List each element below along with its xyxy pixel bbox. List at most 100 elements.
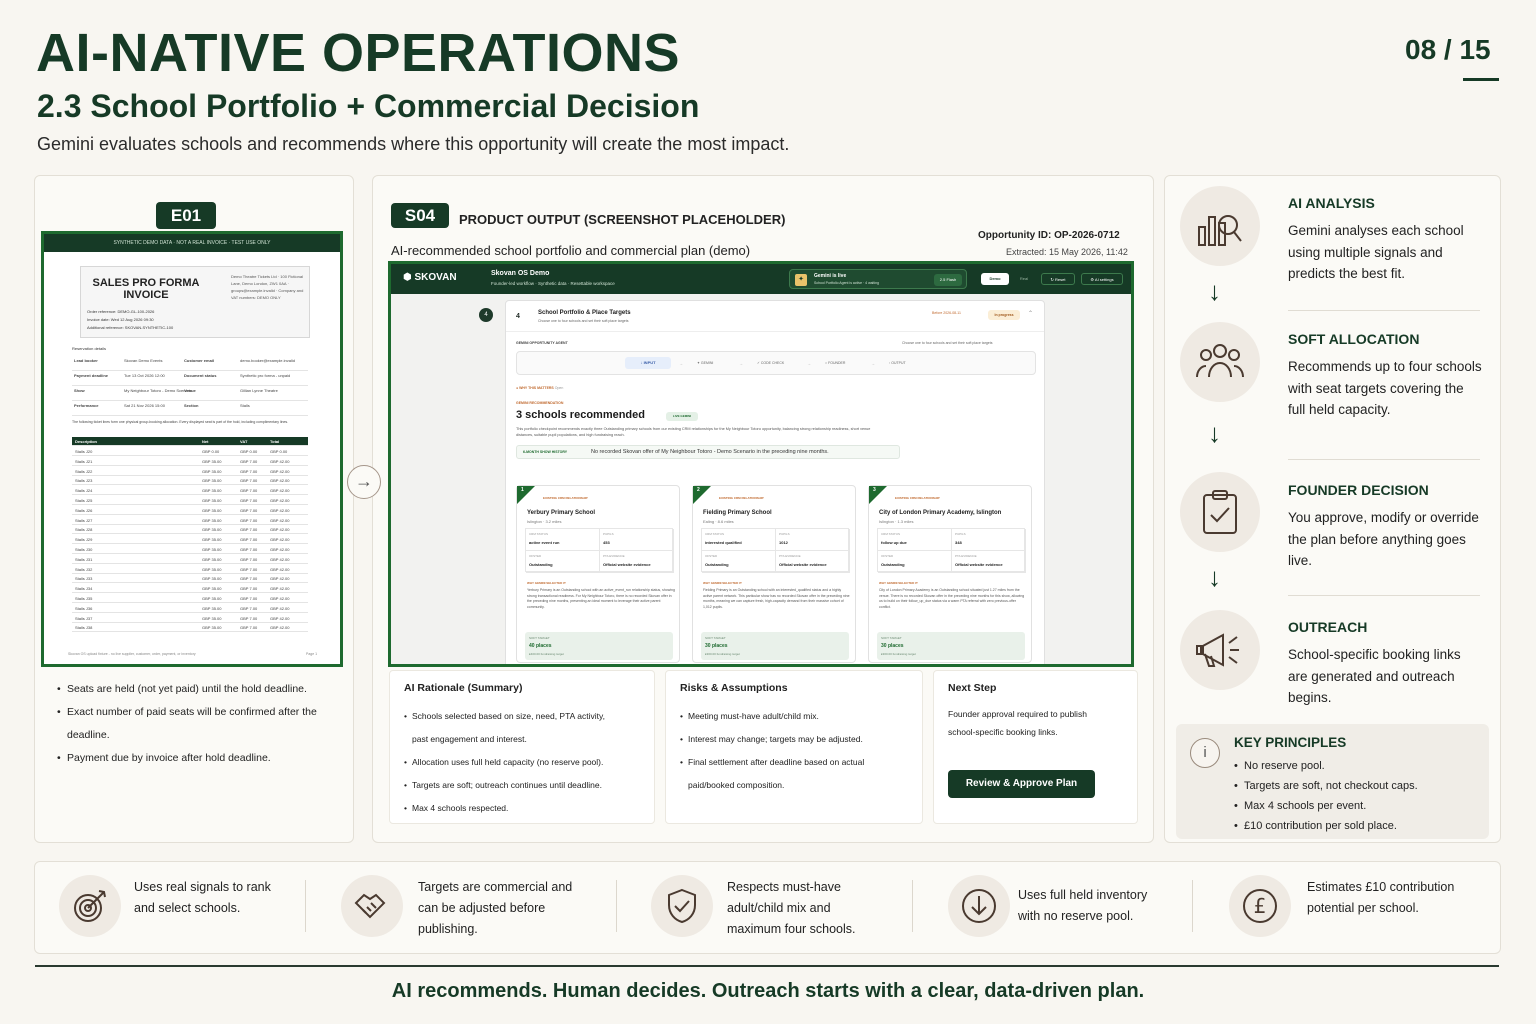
stat-label: CRM STATUS: [529, 532, 549, 536]
table-cell: Stalls J25: [75, 498, 93, 503]
invoice-page: Page 1: [306, 652, 318, 656]
feature-text: Respects must-have adult/child mix and m…: [727, 880, 856, 936]
table-cell: GBP 7.00: [240, 615, 258, 621]
risks-list: Meeting must-have adult/child mix. Inter…: [680, 705, 864, 797]
table-row: Stalls J21 GBP 35.00 GBP 7.00 GBP 42.00: [72, 457, 308, 466]
invoice-detail-cell: Stalls: [240, 403, 250, 408]
info-icon: i: [1190, 738, 1220, 768]
next-step-title: Next Step: [948, 682, 997, 694]
svg-text:£: £: [1254, 894, 1267, 918]
stat-value: 348: [955, 540, 962, 545]
table-cell: Stalls J20: [75, 449, 93, 454]
table-cell: GBP 35.00: [202, 517, 222, 523]
step-divider: [1288, 459, 1480, 460]
table-cell: Stalls J27: [75, 517, 93, 523]
table-row: Stalls J20 GBP 0.00 GBP 0.00 GBP 0.00: [72, 447, 308, 456]
table-cell: GBP 42.00: [270, 517, 290, 523]
table-cell: GBP 35.00: [202, 605, 222, 611]
table-cell: GBP 7.00: [240, 625, 258, 631]
school-location: Ealing · 8.6 miles: [703, 519, 734, 524]
reset-button[interactable]: ↻ Reset: [1041, 273, 1075, 285]
rationale-item: Allocation uses full held capacity (no r…: [404, 751, 605, 774]
invoice-detail-cell: Skovan Demo Events: [124, 358, 163, 363]
soft-target-sub: £300.00 fundraising target: [881, 652, 916, 656]
table-cell: GBP 35.00: [202, 556, 222, 562]
why-selected-text: Yerbury Primary is an Outstanding school…: [527, 588, 675, 609]
table-cell: GBP 7.00: [240, 537, 258, 543]
invoice-detail-row: Performance Sat 21 Nov 2026 15:00 Section S…: [72, 401, 308, 416]
table-row: Stalls J32 GBP 35.00 GBP 7.00 GBP 42.00: [72, 565, 308, 574]
footer-tagline: AI recommends. Human decides. Outreach s…: [391, 980, 1145, 1002]
table-row: Stalls J37 GBP 35.00 GBP 7.00 GBP 42.00: [72, 614, 308, 623]
mode-real-button[interactable]: Real: [1011, 273, 1037, 285]
principle-item: £10 contribution per sold place.: [1234, 816, 1418, 836]
school-card[interactable]: 3 EXISTING CRM RELATIONSHIP City of London…: [868, 485, 1032, 663]
table-cell: GBP 42.00: [270, 527, 290, 533]
reco-text: This portfolio checkpoint recommends exa…: [516, 427, 871, 437]
bullet-item: Seats are held (not yet paid) until the …: [57, 678, 342, 701]
why-selected-label: WHY GEMINI SELECTED IT: [879, 581, 918, 585]
gemini-live-indicator[interactable]: ✦ Gemini is live School Portfolio Agent …: [789, 269, 967, 289]
footer-rule: [35, 965, 1499, 967]
table-cell: Stalls J22: [75, 468, 93, 474]
stat-cell: CRM STATUS active event run: [526, 529, 600, 551]
stat-cell: OFSTED Outstanding: [878, 551, 952, 573]
spark-icon: ✦: [795, 274, 807, 286]
table-cell: GBP 35.00: [202, 586, 222, 592]
school-name: Fielding Primary School: [703, 510, 772, 516]
table-cell: GBP 42.00: [270, 586, 290, 592]
left-bullets: Seats are held (not yet paid) until the …: [57, 678, 342, 770]
table-cell: GBP 42.00: [270, 458, 290, 464]
stat-cell: CRM STATUS interested qualified: [702, 529, 776, 551]
why-selected-text: City of London Primary Academy is an Out…: [879, 588, 1025, 609]
table-cell: GBP 42.00: [270, 468, 290, 474]
school-card[interactable]: 2 EXISTING CRM RELATIONSHIP Fielding Prima…: [692, 485, 856, 663]
school-stats: CRM STATUS active event run PUPILS 453 OFSTE…: [525, 528, 674, 573]
why-matters-toggle[interactable]: ● WHY THIS MATTERS Open: [516, 386, 563, 390]
stat-label: OFSTED: [705, 554, 718, 558]
app-logo[interactable]: ⬢ SKOVAN: [403, 272, 457, 283]
step-title: SOFT ALLOCATION: [1288, 331, 1420, 347]
table-row: Stalls J30 GBP 35.00 GBP 7.00 GBP 42.00: [72, 545, 308, 554]
step-indicator[interactable]: 4: [479, 308, 493, 322]
table-cell: GBP 7.00: [240, 478, 258, 484]
school-location: Islington · 1.3 miles: [879, 519, 914, 524]
rationale-item: Targets are soft; outreach continues unt…: [404, 774, 605, 797]
invoice-company: Demo Theatre Tickets Ltd · 100 Fictional…: [231, 274, 304, 300]
review-approve-button[interactable]: Review & Approve Plan: [948, 770, 1095, 798]
table-cell: GBP 7.00: [240, 517, 258, 523]
invoice-detail-cell: Synthetic pro forma - unpaid: [240, 373, 291, 378]
table-cell: Stalls J34: [75, 586, 93, 592]
table-cell: GBP 42.00: [270, 615, 290, 621]
table-cell: Stalls J32: [75, 566, 93, 572]
table-cell: GBP 42.00: [270, 625, 290, 631]
invoice-detail-cell: Gillian Lynne Theatre: [240, 388, 278, 393]
table-row: Stalls J38 GBP 35.00 GBP 7.00 GBP 42.00: [72, 623, 308, 633]
page-lead: Gemini evaluates schools and recommends …: [37, 134, 790, 154]
table-cell: GBP 35.00: [202, 625, 222, 631]
invoice-preview[interactable]: SYNTHETIC DEMO DATA · NOT A REAL INVOICE…: [41, 231, 343, 667]
reco-label: GEMINI RECOMMENDATION: [516, 401, 564, 405]
gemini-live-title: Gemini is live: [814, 273, 847, 279]
chart-search-icon: [1180, 186, 1260, 266]
ai-settings-button[interactable]: ⚙ AI settings: [1081, 273, 1123, 285]
step-number: 4: [516, 313, 520, 320]
principle-item: Max 4 schools per event.: [1234, 796, 1418, 816]
table-cell: Stalls J38: [75, 625, 93, 631]
collapse-icon[interactable]: ⌃: [1028, 310, 1033, 317]
table-row: Stalls J27 GBP 35.00 GBP 7.00 GBP 42.00: [72, 516, 308, 525]
table-cell: GBP 35.00: [202, 458, 222, 464]
mode-demo-button[interactable]: Demo: [981, 273, 1009, 285]
stat-value: Outstanding: [529, 562, 553, 567]
pipeline-gemini: ✦ GEMINI: [697, 361, 714, 365]
stat-value: Official website evidence: [603, 562, 651, 567]
page-subtitle: 2.3 School Portfolio + Commercial Decisi…: [37, 88, 700, 124]
school-card[interactable]: 1 EXISTING CRM RELATIONSHIP Yerbury Primar…: [516, 485, 680, 663]
handshake-icon: [341, 875, 403, 937]
table-cell: GBP 35.00: [202, 537, 222, 543]
invoice-table-header: Description Net VAT Total: [72, 437, 308, 446]
soft-target-label: SOFT TARGET: [529, 636, 550, 640]
table-cell: GBP 42.00: [270, 605, 290, 611]
stat-cell: PTA EVIDENCE Official website evidence: [600, 551, 674, 573]
invoice-section-label: Reservation details: [72, 346, 107, 351]
